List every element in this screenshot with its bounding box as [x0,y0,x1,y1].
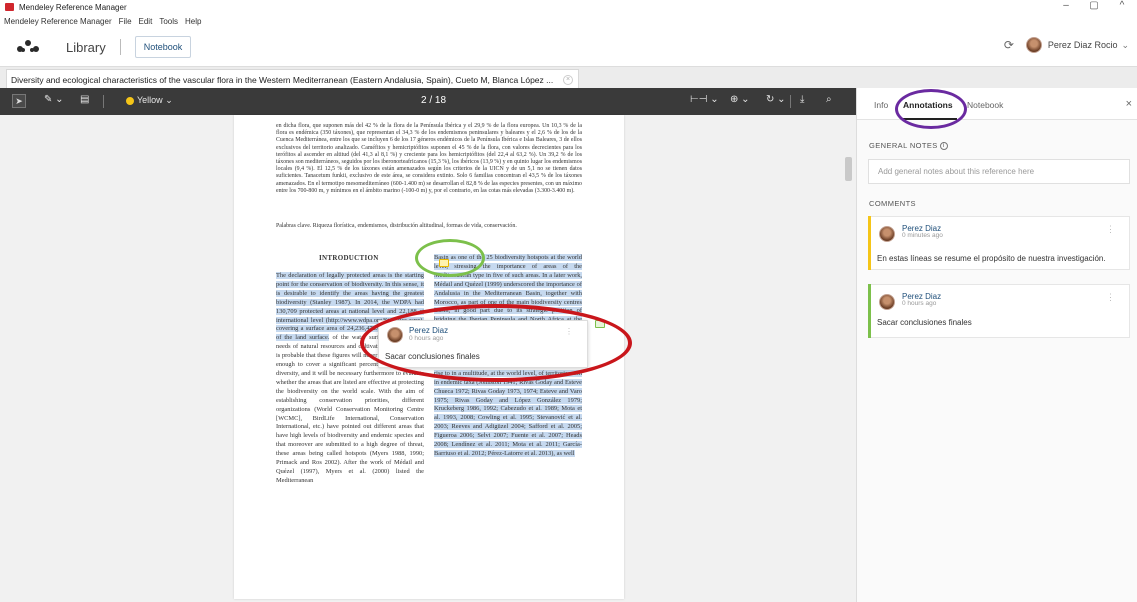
maximize-button[interactable]: ▢ [1087,0,1101,11]
nav-library[interactable]: Library [66,40,106,55]
page-indicator: 2 / 18 [421,95,447,106]
comment-card[interactable]: Perez Diaz 0 minutes ago ⋮ En estas líne… [868,216,1130,270]
left-column-text: The declaration of legally protected are… [276,272,424,486]
menu-file[interactable]: File [119,17,132,26]
comment-avatar [879,294,895,310]
general-notes-label: GENERAL NOTES i [869,141,948,151]
sync-icon[interactable]: ⟳ [1004,38,1014,52]
menu-edit[interactable]: Edit [139,17,153,26]
comment-color-bar [868,284,871,338]
minimize-button[interactable]: – [1059,0,1073,11]
app-window: Mendeley Reference Manager – ▢ ^ Mendele… [0,0,1137,602]
general-notes-input[interactable]: Add general notes about this reference h… [868,159,1130,184]
more-options-icon[interactable]: ⋮ [1106,292,1115,303]
purple-highlight-ring [895,89,967,129]
user-area: ⟳ Perez Diaz Rocio ⌄ [1004,37,1129,53]
comments-label: COMMENTS [869,199,916,208]
comment-text[interactable]: Sacar conclusiones finales [877,318,972,327]
green-highlight-ring [415,239,485,277]
comment-text[interactable]: En estas líneas se resume el propósito d… [877,254,1106,263]
info-icon[interactable]: i [939,142,948,151]
download-icon[interactable]: ⤓ [800,94,804,105]
collapse-button[interactable]: ^ [1115,0,1129,11]
user-avatar[interactable] [1025,37,1042,53]
pdf-scrollbar[interactable] [845,157,852,181]
document-tab-strip: Diversity and ecological characteristics… [0,66,1137,89]
toolbar-divider [790,95,791,108]
side-panel: Info Annotations Notebook × GENERAL NOTE… [856,88,1137,602]
mendeley-logo-icon[interactable] [17,40,39,54]
menu-help[interactable]: Help [185,17,201,26]
abstract-paragraph: en dicha flora, que suponen más del 42 %… [276,123,582,194]
menu-app[interactable]: Mendeley Reference Manager [4,17,112,26]
user-name[interactable]: Perez Diaz Rocio [1048,40,1118,50]
more-options-icon[interactable]: ⋮ [1106,224,1115,235]
document-tab[interactable]: Diversity and ecological characteristics… [6,69,579,89]
title-bar: Mendeley Reference Manager – ▢ ^ [0,0,1137,14]
close-icon[interactable]: × [1126,98,1132,110]
tab-info[interactable]: Info [874,100,888,110]
app-header: Library Notebook ⟳ Perez Diaz Rocio ⌄ [0,28,1137,66]
comment-time: 0 hours ago [902,300,937,307]
menu-bar: Mendeley Reference Manager File Edit Too… [0,14,204,28]
zoom-icon[interactable]: ⊕ ⌄ [730,94,750,105]
document-tab-title: Diversity and ecological characteristics… [11,74,554,85]
pdf-toolbar: ➤ ✎ ⌄ ▤ Yellow ⌄ 2 / 18 ⊢⊣ ⌄ ⊕ ⌄ ↻ ⌄ ⤓ ⌕ [0,88,856,115]
nav-divider [119,39,121,55]
window-controls: – ▢ ^ [1059,0,1129,11]
note-icon[interactable]: ▤ [80,94,89,105]
yellow-color-icon [126,96,134,105]
fit-width-icon[interactable]: ⊢⊣ ⌄ [690,94,719,105]
chevron-down-icon[interactable]: ⌄ [1121,40,1129,51]
mendeley-app-icon [5,3,14,11]
introduction-heading: INTRODUCTION [319,254,379,262]
close-tab-icon[interactable]: × [563,74,573,85]
comment-card[interactable]: Perez Diaz 0 hours ago ⋮ Sacar conclusio… [868,284,1130,338]
comment-avatar [879,226,895,242]
red-highlight-ring [360,304,632,382]
select-cursor-icon[interactable]: ➤ [12,94,26,108]
comment-time: 0 minutes ago [902,232,943,239]
toolbar-divider [103,95,104,108]
comment-color-bar [868,216,871,270]
window-title: Mendeley Reference Manager [19,2,127,12]
nav-notebook-button[interactable]: Notebook [134,36,192,58]
keywords-line: Palabras clave. Riqueza florística, ende… [276,223,517,229]
tab-notebook[interactable]: Notebook [967,100,1003,110]
pen-icon[interactable]: ✎ ⌄ [44,94,64,105]
search-icon[interactable]: ⌕ [826,94,832,105]
menu-tools[interactable]: Tools [159,17,178,26]
color-picker[interactable]: Yellow ⌄ [126,95,173,106]
rotate-icon[interactable]: ↻ ⌄ [766,94,786,105]
